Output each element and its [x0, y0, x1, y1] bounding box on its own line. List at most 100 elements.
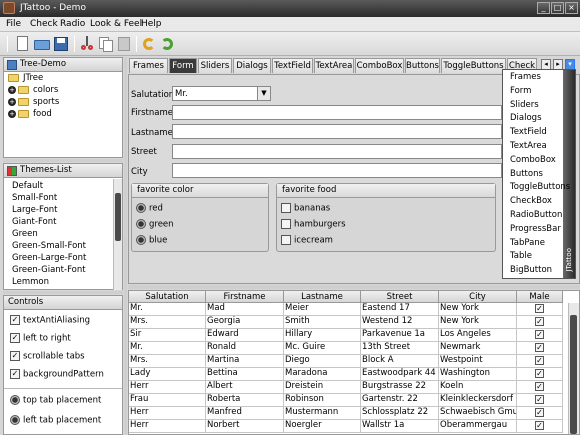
- chevron-down-icon[interactable]: ▼: [257, 87, 270, 100]
- dropdown-item[interactable]: ProgressBar: [510, 224, 561, 235]
- table-cell[interactable]: Diego: [284, 355, 361, 368]
- scrollbar-thumb[interactable]: [115, 193, 121, 241]
- radio-top-tab-placement[interactable]: top tab placement: [10, 395, 101, 407]
- checkbox-icon[interactable]: ✓: [10, 315, 20, 325]
- table-cell[interactable]: ✓: [517, 394, 563, 407]
- city-field[interactable]: [172, 163, 502, 178]
- table-cell[interactable]: ✓: [517, 368, 563, 381]
- dropdown-item[interactable]: TextField: [510, 127, 547, 138]
- male-checkbox[interactable]: ✓: [535, 330, 544, 339]
- radio-left-tab-placement[interactable]: left tab placement: [10, 415, 101, 427]
- table-cell[interactable]: Sir: [129, 329, 206, 342]
- radio-blue[interactable]: blue: [136, 235, 167, 247]
- table-cell[interactable]: Parkavenue 1a: [361, 329, 439, 342]
- male-checkbox[interactable]: ✓: [535, 317, 544, 326]
- table-cell[interactable]: Mad: [206, 303, 284, 316]
- table-cell[interactable]: Mr.: [129, 303, 206, 316]
- dropdown-item[interactable]: ComboBox: [510, 155, 556, 166]
- table-cell[interactable]: Albert: [206, 381, 284, 394]
- checkbox-icon[interactable]: ✓: [10, 351, 20, 361]
- table-cell[interactable]: New York: [439, 316, 517, 329]
- table-cell[interactable]: Roberta: [206, 394, 284, 407]
- open-icon[interactable]: [33, 35, 51, 53]
- table-cell[interactable]: Robinson: [284, 394, 361, 407]
- dropdown-item[interactable]: Sliders: [510, 100, 539, 111]
- theme-item[interactable]: Lemmon: [12, 277, 49, 289]
- radio-icon[interactable]: [10, 415, 20, 425]
- tab-buttons[interactable]: Buttons: [405, 58, 440, 73]
- male-checkbox[interactable]: ✓: [535, 382, 544, 391]
- checkbox-icon[interactable]: ✓: [10, 333, 20, 343]
- tree-root[interactable]: JTree: [8, 73, 43, 84]
- table-cell[interactable]: Gartenstr. 22: [361, 394, 439, 407]
- lastname-field[interactable]: [172, 124, 502, 139]
- theme-item[interactable]: Small-Font: [12, 193, 57, 205]
- table-cell[interactable]: Block A: [361, 355, 439, 368]
- checkbox-bananas[interactable]: bananas: [281, 203, 330, 215]
- radio-green[interactable]: green: [136, 219, 174, 231]
- close-icon[interactable]: ×: [565, 2, 578, 14]
- table-cell[interactable]: New York: [439, 303, 517, 316]
- column-header[interactable]: Salutation: [129, 291, 206, 303]
- table-cell[interactable]: Dreistein: [284, 381, 361, 394]
- table-cell[interactable]: Mustermann: [284, 407, 361, 420]
- table-cell[interactable]: Norbert: [206, 420, 284, 433]
- dropdown-item[interactable]: Frames: [510, 72, 541, 83]
- table-cell[interactable]: Lady: [129, 368, 206, 381]
- table-cell[interactable]: Eastend 17: [361, 303, 439, 316]
- table-cell[interactable]: Manfred: [206, 407, 284, 420]
- male-checkbox[interactable]: ✓: [535, 395, 544, 404]
- table-cell[interactable]: Martina: [206, 355, 284, 368]
- radio-icon[interactable]: [10, 395, 20, 405]
- column-header[interactable]: Lastname: [284, 291, 361, 303]
- table-cell[interactable]: ✓: [517, 420, 563, 433]
- radio-red[interactable]: red: [136, 203, 163, 215]
- paste-icon[interactable]: [115, 35, 133, 53]
- dropdown-item[interactable]: Dialogs: [510, 113, 542, 124]
- tab-form[interactable]: Form: [169, 58, 197, 73]
- checkbox-text-anti-aliasing[interactable]: ✓ textAntiAliasing: [10, 315, 90, 327]
- table-cell[interactable]: Oberammergau: [439, 420, 517, 433]
- tab-combobox[interactable]: ComboBox: [355, 58, 404, 73]
- column-header[interactable]: Male: [517, 291, 563, 303]
- tree-item-sports[interactable]: + sports: [8, 97, 59, 108]
- minimize-icon[interactable]: _: [537, 2, 550, 14]
- table-cell[interactable]: Ronald: [206, 342, 284, 355]
- table-cell[interactable]: Mr.: [129, 342, 206, 355]
- horizontal-splitter[interactable]: [128, 285, 580, 289]
- new-icon[interactable]: [14, 35, 32, 53]
- expand-icon[interactable]: +: [8, 97, 16, 106]
- theme-item[interactable]: Green-Giant-Font: [12, 265, 86, 277]
- male-checkbox[interactable]: ✓: [535, 408, 544, 417]
- table-cell[interactable]: Bettina: [206, 368, 284, 381]
- maximize-icon[interactable]: □: [551, 2, 564, 14]
- table-scrollbar[interactable]: [568, 303, 579, 434]
- dropdown-item[interactable]: RadioButton: [510, 210, 562, 221]
- table-cell[interactable]: Los Angeles: [439, 329, 517, 342]
- tree-item-colors[interactable]: + colors: [8, 85, 58, 96]
- table-cell[interactable]: ✓: [517, 329, 563, 342]
- column-header[interactable]: Firstname: [206, 291, 284, 303]
- male-checkbox[interactable]: ✓: [535, 304, 544, 313]
- menu-look-and-feel[interactable]: Look & Feel: [90, 18, 142, 31]
- redo-icon[interactable]: [158, 35, 176, 53]
- table-cell[interactable]: Georgia: [206, 316, 284, 329]
- table-cell[interactable]: Schwaebisch Gmu...: [439, 407, 517, 420]
- firstname-field[interactable]: [172, 105, 502, 120]
- radio-icon[interactable]: [136, 219, 146, 229]
- undo-icon[interactable]: [140, 35, 158, 53]
- table-cell[interactable]: Westpoint: [439, 355, 517, 368]
- dropdown-item[interactable]: Table: [510, 251, 532, 262]
- table-cell[interactable]: Westend 12: [361, 316, 439, 329]
- table-cell[interactable]: Noergler: [284, 420, 361, 433]
- tab-textfield[interactable]: TextField: [272, 58, 313, 73]
- tab-frames[interactable]: Frames: [129, 58, 168, 73]
- table-cell[interactable]: ✓: [517, 355, 563, 368]
- table-cell[interactable]: Mrs.: [129, 355, 206, 368]
- dropdown-item[interactable]: ToggleButtons: [510, 182, 570, 193]
- table-cell[interactable]: Maradona: [284, 368, 361, 381]
- menu-file[interactable]: File: [6, 18, 21, 31]
- table-cell[interactable]: ✓: [517, 316, 563, 329]
- column-header[interactable]: City: [439, 291, 517, 303]
- table-cell[interactable]: Eastwoodpark 44: [361, 368, 439, 381]
